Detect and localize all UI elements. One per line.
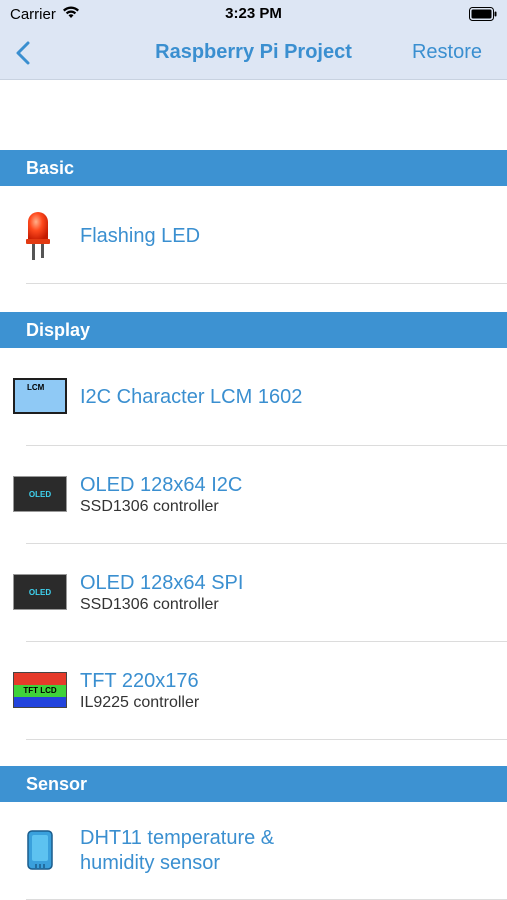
list-item-title: OLED 128x64 I2C [80, 474, 243, 496]
restore-button[interactable]: Restore [412, 41, 482, 64]
led-icon [24, 210, 52, 267]
list-item-oled-spi[interactable]: OLED OLED 128x64 SPI SSD1306 controller [0, 544, 507, 642]
list-item-subtitle: SSD1306 controller [80, 596, 219, 613]
oled-display-icon: OLED [13, 574, 67, 610]
list-item-lcm-1602[interactable]: LCM I2C Character LCM 1602 [0, 348, 507, 446]
list-item-title: OLED 128x64 SPI [80, 572, 244, 594]
section-header-display: Display [0, 312, 507, 348]
tft-icon-text: TFT LCD [23, 686, 57, 695]
oled-icon-text: OLED [28, 489, 52, 499]
lcm-display-icon: LCM [13, 378, 67, 414]
list-item-tft[interactable]: TFT LCD TFT 220x176 IL9225 controller [0, 642, 507, 740]
list-item-title: DHT11 temperature & [80, 827, 275, 849]
dht11-sensor-icon [27, 830, 53, 875]
list-item-subtitle: IL9225 controller [80, 694, 200, 711]
row-separator [26, 739, 507, 740]
list-item-subtitle: SSD1306 controller [80, 498, 219, 515]
row-separator [26, 283, 507, 284]
list-item-title: Flashing LED [80, 225, 201, 247]
list-item-flashing-led[interactable]: Flashing LED [0, 186, 507, 284]
status-bar: Carrier 3:23 PM [0, 0, 507, 30]
section-header-basic: Basic [0, 150, 507, 186]
list-item-title: TFT 220x176 [80, 670, 199, 692]
navigation-bar: Raspberry Pi Project Restore [0, 30, 507, 80]
lcm-icon-text: LCM [27, 383, 45, 392]
section-header-sensor: Sensor [0, 766, 507, 802]
oled-icon-text: OLED [28, 587, 52, 597]
list-item-oled-i2c[interactable]: OLED OLED 128x64 I2C SSD1306 controller [0, 446, 507, 544]
battery-icon [469, 7, 497, 26]
list-item-title-line2: humidity sensor [80, 852, 221, 874]
oled-display-icon: OLED [13, 476, 67, 512]
list-item-title: I2C Character LCM 1602 [80, 386, 303, 408]
tft-display-icon: TFT LCD [13, 672, 67, 708]
list-item-dht11[interactable]: DHT11 temperature & humidity sensor [0, 802, 507, 900]
clock: 3:23 PM [225, 5, 282, 22]
